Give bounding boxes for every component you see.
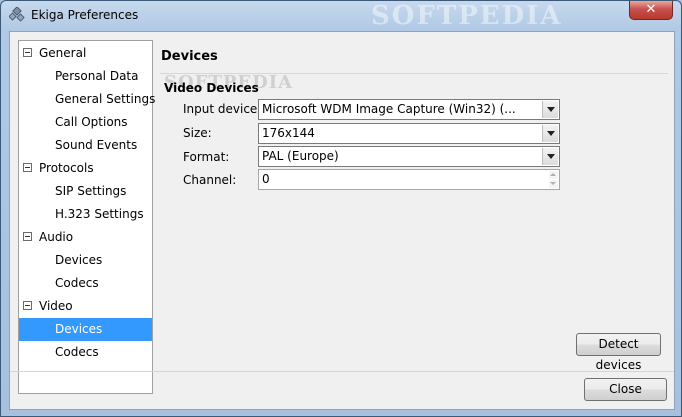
tree-item-label: Sound Events xyxy=(55,138,138,152)
format-label: Format: xyxy=(183,150,230,164)
tree-item-protocols[interactable]: Protocols xyxy=(19,157,152,180)
tree-item-label: General Settings xyxy=(55,92,156,106)
tree-item-video-devices[interactable]: Devices xyxy=(19,318,152,341)
collapse-icon[interactable] xyxy=(23,301,32,310)
close-button[interactable]: Close xyxy=(584,378,667,401)
tree-item-personal-data[interactable]: Personal Data xyxy=(19,65,152,88)
title-bar[interactable]: Ekiga Preferences SOFTPEDIA ✕ xyxy=(1,1,681,31)
tree-item-label: Codecs xyxy=(55,276,99,290)
tree-item-video[interactable]: Video xyxy=(19,295,152,318)
tree-item-general-settings[interactable]: General Settings xyxy=(19,88,156,111)
preferences-window: Ekiga Preferences SOFTPEDIA ✕ General Pe… xyxy=(0,0,682,417)
spin-buttons xyxy=(549,171,558,188)
channel-label: Channel: xyxy=(183,173,237,187)
detect-devices-button[interactable]: Detect devices xyxy=(576,333,661,372)
tree-item-label: Personal Data xyxy=(55,69,139,83)
tree-item-label: Protocols xyxy=(39,161,94,175)
tree-item-audio[interactable]: Audio xyxy=(19,226,152,249)
tree-item-label: Call Options xyxy=(55,115,128,129)
detect-devices-label: Detect devices xyxy=(595,337,642,372)
panel-header: Devices xyxy=(160,40,668,74)
section-heading: Video Devices xyxy=(164,81,259,95)
settings-panel: Devices SOFTPEDIA Video Devices Input de… xyxy=(160,40,668,372)
tree-item-video-codecs[interactable]: Codecs xyxy=(19,341,152,364)
collapse-icon[interactable] xyxy=(23,232,32,241)
input-device-value: Microsoft WDM Image Capture (Win32) (... xyxy=(262,102,516,116)
page-title: Devices xyxy=(161,49,218,64)
tree-item-label: Devices xyxy=(55,253,103,267)
footer-divider xyxy=(10,371,674,372)
tree-item-audio-codecs[interactable]: Codecs xyxy=(19,272,152,295)
spin-down-icon[interactable] xyxy=(549,180,558,188)
tree-item-label: H.323 Settings xyxy=(55,207,144,221)
preferences-tree[interactable]: General Personal Data General Settings C… xyxy=(18,40,156,394)
tree-item-sound-events[interactable]: Sound Events xyxy=(19,134,152,157)
channel-value: 0 xyxy=(262,172,270,186)
collapse-icon[interactable] xyxy=(23,163,32,172)
channel-spinner[interactable]: 0 xyxy=(258,169,560,190)
tree-item-sip-settings[interactable]: SIP Settings xyxy=(19,180,152,203)
chevron-down-icon[interactable] xyxy=(542,101,558,118)
watermark: SOFTPEDIA xyxy=(371,1,563,31)
tree-item-label: SIP Settings xyxy=(55,184,127,198)
size-label: Size: xyxy=(183,126,212,140)
tree-item-label: Codecs xyxy=(55,345,99,359)
tree-item-audio-devices[interactable]: Devices xyxy=(19,249,152,272)
tree-item-label: Audio xyxy=(39,230,74,244)
close-icon: ✕ xyxy=(645,2,657,17)
close-button-label: Close xyxy=(609,382,642,396)
input-device-label: Input device: xyxy=(183,102,262,116)
dialog-client-area: General Personal Data General Settings C… xyxy=(9,31,675,410)
collapse-icon[interactable] xyxy=(23,48,32,57)
format-value: PAL (Europe) xyxy=(262,149,339,163)
tree-item-label: Video xyxy=(39,299,73,313)
tree-item-h323-settings[interactable]: H.323 Settings xyxy=(19,203,152,226)
chevron-down-icon[interactable] xyxy=(542,125,558,142)
tree-item-general[interactable]: General xyxy=(19,42,152,65)
format-select[interactable]: PAL (Europe) xyxy=(258,146,560,167)
chevron-down-icon[interactable] xyxy=(542,148,558,165)
tree-item-label: General xyxy=(39,46,87,60)
ekiga-app-icon xyxy=(9,7,25,22)
spin-up-icon[interactable] xyxy=(549,171,558,179)
tree-item-label: Devices xyxy=(55,322,103,336)
input-device-select[interactable]: Microsoft WDM Image Capture (Win32) (... xyxy=(258,99,560,120)
window-title: Ekiga Preferences xyxy=(31,8,139,22)
tree-item-call-options[interactable]: Call Options xyxy=(19,111,152,134)
window-close-button[interactable]: ✕ xyxy=(629,1,673,20)
size-select[interactable]: 176x144 xyxy=(258,123,560,144)
size-value: 176x144 xyxy=(262,126,315,140)
